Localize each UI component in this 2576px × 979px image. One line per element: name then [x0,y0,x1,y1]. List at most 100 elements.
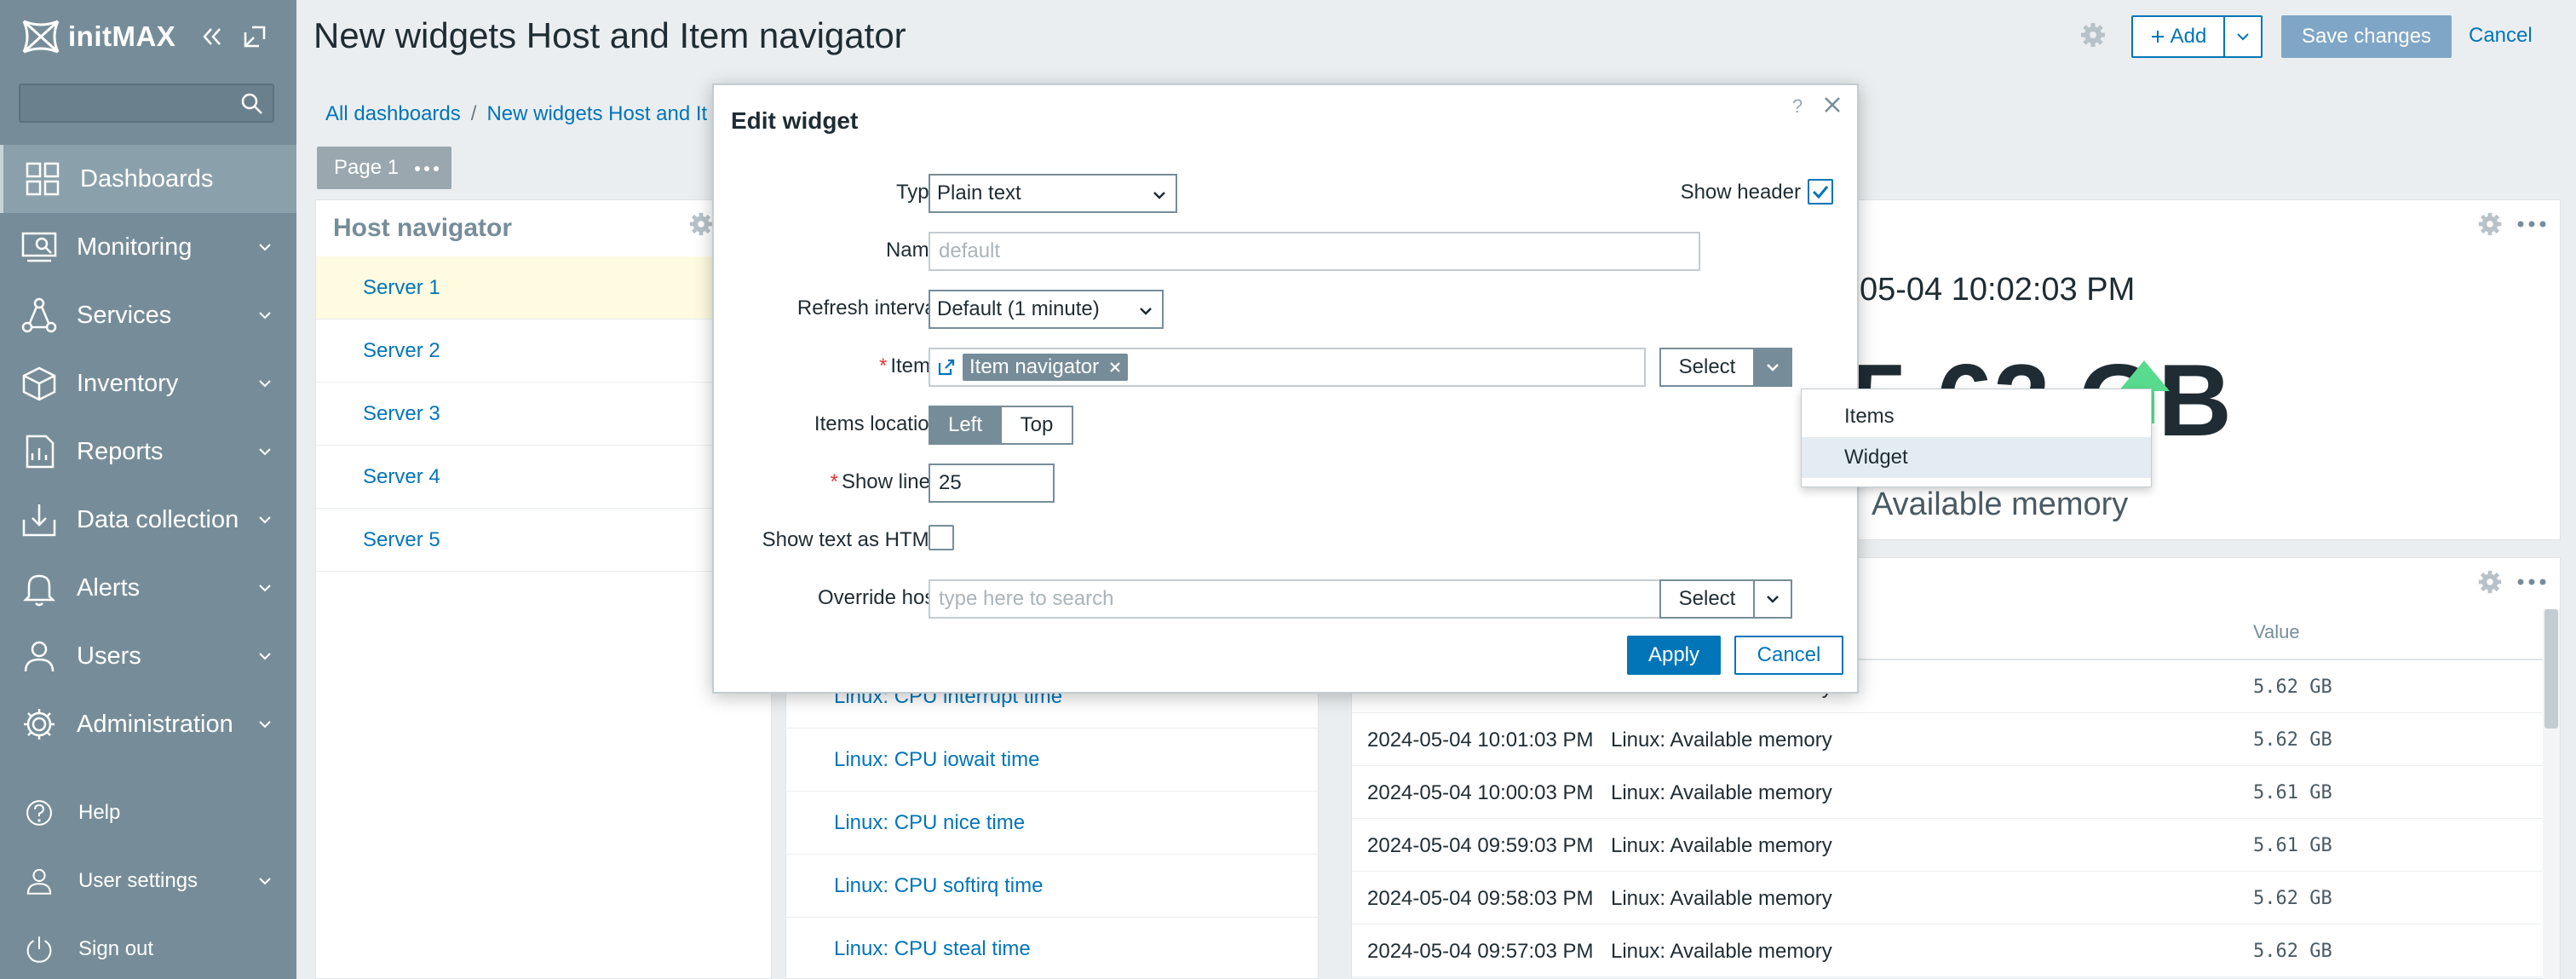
items-location-top[interactable]: Top [1000,406,1073,445]
search-icon[interactable] [240,92,264,116]
show-html-checkbox[interactable] [929,525,954,550]
sidebar-item-label: Users [77,642,141,670]
host-row[interactable]: Server 2 [316,320,773,383]
widget-menu-icon[interactable] [2517,221,2546,227]
host-row[interactable]: Server 5 [316,509,773,572]
host-row[interactable]: Server 4 [316,446,773,509]
sidebar-item-monitoring[interactable]: Monitoring [0,213,296,281]
initmax-logo-icon [22,20,60,54]
widget-menu-icon[interactable] [2517,579,2546,585]
dashboards-icon [26,162,60,196]
history-name-cell: Linux: Available memory [1611,834,1832,857]
items-location-left[interactable]: Left [929,406,1002,445]
edit-widget-dialog: Edit widget ? Type Plain text Show heade… [712,84,1859,694]
help-icon [26,800,52,826]
cancel-button[interactable]: Cancel [1734,636,1843,675]
name-input[interactable]: default [929,232,1700,271]
widget-gear-icon[interactable] [2476,210,2504,238]
type-select[interactable]: Plain text [929,174,1177,213]
sidebar-search-input[interactable] [19,84,274,123]
select-source-menu: Items Widget [1801,389,2152,487]
override-host-dropdown-button[interactable] [1753,579,1792,619]
history-value-cell: 5.61 GB [2253,782,2332,803]
bottom-menu: Help User settings Sign out [0,779,296,979]
user-icon [26,868,52,895]
show-html-label: Show text as HTML [762,528,940,551]
refresh-interval-select[interactable]: Default (1 minute) [929,290,1164,329]
save-changes-button[interactable]: Save changes [2281,15,2452,58]
dashboard-settings-gear-icon[interactable] [2079,20,2107,49]
power-icon [26,936,52,963]
item-row[interactable]: Linux: CPU nice time [786,792,1318,855]
cancel-edit-link[interactable]: Cancel [2469,24,2533,48]
override-host-select-button[interactable]: Select [1659,579,1755,619]
items-select-dropdown-button[interactable] [1753,348,1792,387]
chevron-down-icon [259,244,271,251]
item-row[interactable]: Linux: CPU steal time [786,918,1318,979]
add-dropdown-button[interactable] [2223,15,2263,58]
more-options-icon[interactable] [414,165,440,172]
sidebar-item-alerts[interactable]: Alerts [0,554,296,622]
sidebar-item-label: Reports [77,437,164,465]
sidebar-item-sign-out[interactable]: Sign out [0,915,296,979]
breadcrumb-current[interactable]: New widgets Host and It [486,102,707,125]
apply-button[interactable]: Apply [1627,636,1721,675]
logo[interactable]: initMAX [19,15,175,58]
show-lines-input[interactable]: 25 [929,464,1055,503]
items-select-button[interactable]: Select [1659,348,1755,387]
sidebar-item-users[interactable]: Users [0,622,296,690]
sidebar-item-administration[interactable]: Administration [0,690,296,758]
refresh-interval-value: Default (1 minute) [937,297,1100,320]
host-list: Server 1 Server 2 Server 3 Server 4 Server 5 [316,256,773,572]
collapse-sidebar-icon[interactable] [198,22,227,51]
inventory-icon [22,366,56,401]
override-host-input[interactable]: type here to search [929,579,1700,619]
gear-icon [24,709,55,740]
remove-tag-icon[interactable] [1107,360,1123,375]
sidebar-item-user-settings[interactable]: User settings [0,847,296,915]
widget-gear-icon[interactable] [687,210,715,238]
table-row: 2024-05-04 09:57:03 PM Linux: Available m… [1352,924,2544,977]
menu-item-widget[interactable]: Widget [1802,437,2151,478]
host-row[interactable]: Server 1 [316,256,773,320]
chevron-down-icon [2237,33,2249,41]
sidebar-item-services[interactable]: Services [0,281,296,349]
users-icon [24,641,55,672]
history-scrollbar-thumb[interactable] [2544,609,2558,728]
item-row[interactable]: Linux: CPU iowait time [786,728,1318,792]
widget-title: Host navigator [333,214,513,242]
external-link-icon[interactable] [937,358,956,377]
kiosk-mode-icon[interactable] [240,22,269,51]
sidebar-item-label: User settings [78,869,198,892]
sidebar-item-inventory[interactable]: Inventory [0,349,296,418]
host-row[interactable]: Server 3 [316,383,773,446]
show-header-checkbox[interactable] [1808,179,1833,204]
table-row: 2024-05-04 09:58:03 PM Linux: Available m… [1352,872,2544,924]
sidebar-item-data-collection[interactable]: Data collection [0,486,296,554]
table-row: 2024-05-04 09:59:03 PM Linux: Available m… [1352,819,2544,872]
breadcrumb-all-dashboards[interactable]: All dashboards [325,102,461,125]
required-mark: * [830,470,838,493]
sidebar-item-reports[interactable]: Reports [0,418,296,486]
sidebar-item-dashboards[interactable]: Dashboards [0,145,296,213]
widget-gear-icon[interactable] [2476,568,2504,596]
chevron-down-icon [1153,192,1165,199]
history-value-cell: 5.62 GB [2253,888,2332,909]
value-column-header[interactable]: Value [2253,621,2300,643]
add-widget-button[interactable]: Add [2131,15,2225,58]
close-icon[interactable] [1821,94,1843,116]
item-value-description: Available memory [1872,487,2129,522]
sidebar-item-label: Monitoring [77,233,193,261]
chevron-down-icon [259,721,271,728]
menu-item-items[interactable]: Items [1802,396,2151,437]
item-row[interactable]: Linux: CPU softirq time [786,855,1318,918]
chevron-down-icon [1767,364,1779,371]
items-multiselect[interactable]: Item navigator [929,348,1646,387]
sidebar-item-help[interactable]: Help [0,779,296,847]
page-tab[interactable]: Page 1 [317,147,451,189]
chevron-down-icon [1767,596,1779,603]
page-tab-label: Page 1 [334,156,400,179]
history-name-cell: Linux: Available memory [1611,887,1832,910]
help-icon[interactable]: ? [1792,95,1803,118]
type-select-value: Plain text [937,181,1021,204]
